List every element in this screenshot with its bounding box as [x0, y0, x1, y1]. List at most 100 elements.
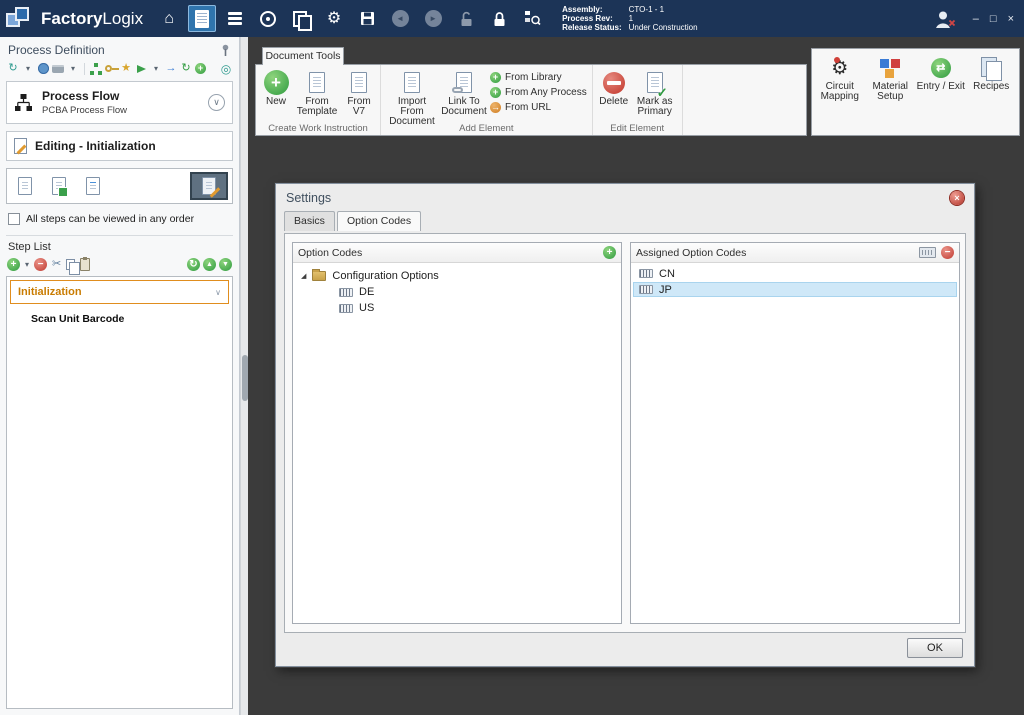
context-info: Assembly: CTO-1 - 1 Process Rev: 1 Relea… — [562, 6, 698, 32]
option-code-icon — [639, 285, 653, 294]
target-icon[interactable]: ◎ — [220, 62, 232, 75]
document-icon — [351, 72, 367, 93]
print-icon[interactable] — [52, 62, 64, 75]
process-flow-header[interactable]: Process Flow PCBA Process Flow ∨ — [6, 81, 233, 124]
from-template-button[interactable]: From Template — [294, 67, 340, 117]
remove-step-button[interactable]: − — [34, 258, 47, 271]
tree-item-configuration-options[interactable]: ◢ Configuration Options — [293, 268, 621, 284]
paste-icon[interactable] — [80, 258, 90, 271]
refresh-steps-button[interactable]: ↻ — [187, 258, 200, 271]
document-tools-ribbon: + New From Template From V7 Create Work … — [255, 64, 807, 136]
chevron-down-icon[interactable]: ∨ — [215, 288, 221, 297]
new-button[interactable]: + New — [261, 67, 291, 107]
tab-basics[interactable]: Basics — [284, 211, 335, 231]
option-codes-panel: Option Codes + ◢ Configuration Options D… — [292, 242, 622, 624]
process-audit-button[interactable] — [518, 5, 546, 32]
maximize-button[interactable]: □ — [990, 13, 997, 25]
process-steps-button[interactable] — [221, 5, 249, 32]
dialog-close-button[interactable]: × — [950, 191, 964, 205]
user-logout-button[interactable] — [931, 5, 959, 32]
view-order-checkbox[interactable] — [8, 213, 20, 225]
move-step-down-button[interactable]: ▼ — [219, 258, 232, 271]
sync-icon[interactable]: ↻ — [180, 62, 192, 75]
minimize-button[interactable]: – — [973, 13, 979, 25]
key-icon[interactable] — [105, 62, 117, 75]
media-button[interactable] — [254, 5, 282, 32]
jump-icon[interactable]: → — [165, 62, 177, 75]
unlock-button[interactable] — [452, 5, 480, 32]
lock-button[interactable] — [485, 5, 513, 32]
process-flow-text: Process Flow PCBA Process Flow — [42, 89, 127, 116]
refresh-dropdown-icon[interactable]: ▾ — [22, 62, 34, 75]
ok-button[interactable]: OK — [907, 638, 963, 658]
step-item-scan-unit-barcode[interactable]: Scan Unit Barcode — [7, 307, 232, 325]
tree-item-option-code-de[interactable]: DE — [293, 284, 621, 300]
tab-document-tools[interactable]: Document Tools — [262, 47, 344, 65]
delete-icon — [603, 72, 625, 94]
from-url-button[interactable]: → From URL — [490, 100, 587, 115]
cut-icon[interactable]: ✂ — [52, 259, 61, 270]
pin-icon[interactable] — [220, 44, 231, 57]
keyboard-icon[interactable] — [919, 247, 936, 258]
refresh-icon[interactable]: ↻ — [7, 62, 19, 75]
edit-mode-button[interactable] — [190, 172, 228, 200]
material-setup-button[interactable]: Material Setup — [866, 56, 916, 102]
move-step-up-button[interactable]: ▲ — [203, 258, 216, 271]
document-add-icon — [52, 177, 66, 195]
assigned-code-row-cn[interactable]: CN — [633, 266, 957, 281]
from-any-process-button[interactable]: + From Any Process — [490, 85, 587, 100]
flag-icon[interactable] — [135, 62, 147, 75]
tree-item-option-code-us[interactable]: US — [293, 300, 621, 316]
assigned-code-row-jp[interactable]: JP — [633, 282, 957, 297]
process-tools-ribbon: ⚙ Circuit Mapping Material Setup ⇄ Entry… — [811, 48, 1020, 136]
add-option-code-button[interactable]: + — [603, 246, 616, 259]
from-v7-button[interactable]: From V7 — [343, 67, 375, 117]
close-button[interactable]: × — [1008, 13, 1014, 25]
sidebar-scrollbar[interactable] — [240, 37, 248, 715]
mark-as-primary-button[interactable]: ✓ Mark as Primary — [633, 67, 677, 117]
star-icon[interactable]: ★ — [120, 62, 132, 75]
layers-icon — [228, 12, 242, 25]
link-to-document-button[interactable]: Link To Document — [441, 67, 487, 117]
delete-button[interactable]: Delete — [598, 67, 630, 107]
process-definition-button[interactable] — [188, 5, 216, 32]
settings-button[interactable]: ⚙ — [320, 5, 348, 32]
expander-icon[interactable]: ◢ — [301, 272, 306, 280]
from-v7-label: From V7 — [343, 97, 375, 117]
tab-option-codes[interactable]: Option Codes — [337, 211, 421, 231]
add-step-dropdown-icon[interactable]: ▾ — [25, 260, 29, 269]
recipes-button[interactable]: Recipes — [967, 56, 1017, 92]
scrollbar-thumb[interactable] — [242, 355, 248, 401]
import-from-document-button[interactable]: Import From Document — [386, 67, 438, 127]
new-document-view-button[interactable] — [45, 172, 73, 200]
flag-dropdown-icon[interactable]: ▾ — [150, 62, 162, 75]
add-step-button[interactable]: + — [7, 258, 20, 271]
document-view-button[interactable] — [11, 172, 39, 200]
add-icon[interactable]: + — [195, 63, 206, 74]
process-toolbar: ↻ ▾ ▾ ★ ▾ → ↻ + ◎ — [6, 62, 233, 81]
save-button[interactable] — [353, 5, 381, 32]
plus-icon: + — [490, 72, 501, 83]
entry-exit-button[interactable]: ⇄ Entry / Exit — [916, 56, 966, 92]
forward-button[interactable]: ► — [419, 5, 447, 32]
option-code-label: DE — [359, 286, 374, 298]
step-item-initialization[interactable]: Initialization ∨ — [10, 280, 229, 304]
circuit-mapping-button[interactable]: ⚙ Circuit Mapping — [815, 56, 865, 102]
ribbon-group-create-work-instruction: + New From Template From V7 Create Work … — [256, 65, 381, 135]
assigned-header-actions: − — [919, 246, 954, 259]
user-logout-icon — [934, 10, 956, 28]
ribbon-spacer — [683, 65, 806, 135]
lock-icon — [493, 11, 506, 27]
collapse-button[interactable]: ∨ — [208, 94, 225, 111]
copy-icon[interactable] — [66, 259, 75, 270]
data-document-view-button[interactable] — [79, 172, 107, 200]
print-dropdown-icon[interactable]: ▾ — [67, 62, 79, 75]
flow-tree-icon[interactable] — [90, 62, 102, 75]
from-library-button[interactable]: + From Library — [490, 70, 587, 85]
documents-button[interactable] — [287, 5, 315, 32]
web-icon[interactable] — [37, 62, 49, 75]
delete-label: Delete — [599, 97, 628, 107]
back-button[interactable]: ◄ — [386, 5, 414, 32]
remove-assigned-button[interactable]: − — [941, 246, 954, 259]
home-button[interactable]: ⌂ — [155, 5, 183, 32]
